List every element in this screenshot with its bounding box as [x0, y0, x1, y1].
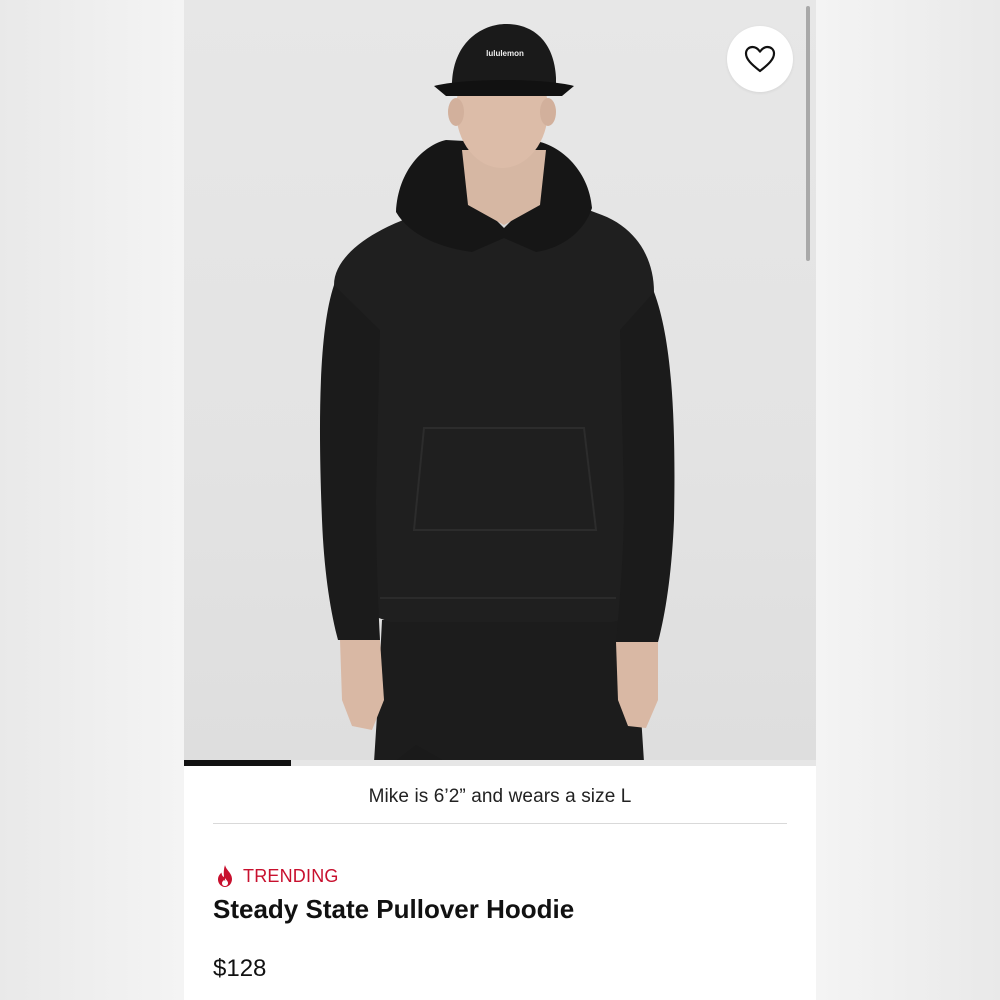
heart-icon: [744, 45, 776, 73]
cap-logo: lululemon: [486, 49, 524, 58]
model-photo: lululemon: [319, 24, 675, 762]
right-backdrop: [816, 0, 1000, 1000]
divider: [213, 823, 787, 824]
gallery-progress-indicator: [184, 760, 292, 766]
product-price: $128: [213, 955, 267, 982]
trending-badge: TRENDING: [215, 862, 339, 890]
scrollbar[interactable]: [806, 6, 810, 261]
product-title: Steady State Pullover Hoodie: [213, 894, 575, 924]
model-size-caption: Mike is 6’2” and wears a size L: [368, 786, 632, 807]
trending-label: TRENDING: [243, 865, 339, 886]
flame-icon: [218, 865, 232, 887]
favorite-button[interactable]: [727, 26, 793, 92]
product-page: lululemon Mike is 6’2” and wears a size …: [184, 0, 816, 1000]
product-image[interactable]: lululemon: [184, 0, 816, 762]
left-backdrop: [0, 0, 184, 1000]
